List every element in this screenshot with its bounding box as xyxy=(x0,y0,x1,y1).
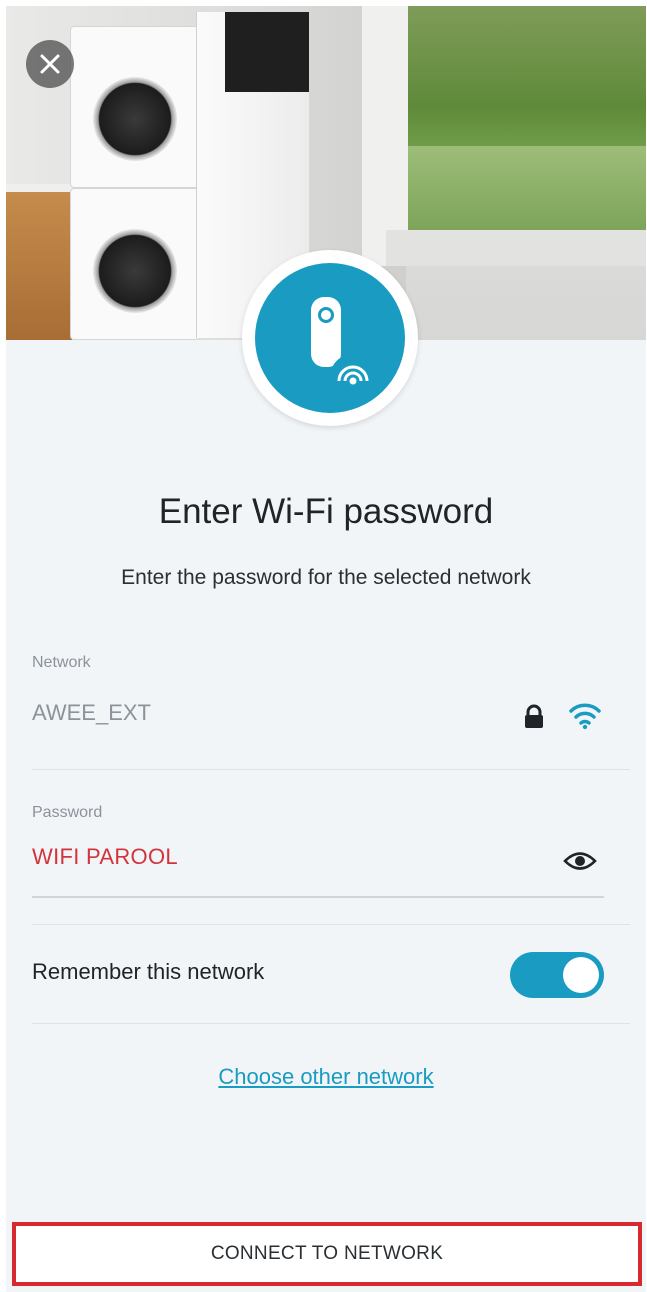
connect-to-network-button[interactable]: CONNECT TO NETWORK xyxy=(12,1222,642,1286)
password-label: Password xyxy=(32,804,103,821)
divider xyxy=(32,1023,630,1024)
page-subtitle: Enter the password for the selected netw… xyxy=(121,566,531,589)
remember-network-label: Remember this network xyxy=(32,959,265,984)
divider xyxy=(32,769,630,770)
password-underline xyxy=(32,896,604,898)
divider xyxy=(32,924,630,925)
toggle-knob xyxy=(563,957,599,993)
wifi-password-screen: Enter Wi-Fi password Enter the password … xyxy=(6,6,646,1292)
network-label: Network xyxy=(32,654,91,671)
wifi-icon xyxy=(569,703,601,730)
washer-image xyxy=(70,188,200,340)
eye-icon[interactable] xyxy=(563,850,597,872)
page-title: Enter Wi-Fi password xyxy=(158,492,494,531)
wifi-extender-icon xyxy=(311,297,376,400)
choose-other-network-link[interactable]: Choose other network xyxy=(6,1064,646,1090)
network-name: AWEE_EXT xyxy=(32,700,151,725)
close-button[interactable] xyxy=(26,40,74,88)
lock-icon xyxy=(525,704,543,728)
dryer-image xyxy=(70,26,200,188)
remember-network-toggle[interactable] xyxy=(510,952,604,998)
device-badge xyxy=(242,250,418,426)
password-input[interactable]: WIFI PAROOL xyxy=(32,844,178,870)
connect-button-label: CONNECT TO NETWORK xyxy=(210,1243,444,1264)
close-icon xyxy=(40,54,60,74)
